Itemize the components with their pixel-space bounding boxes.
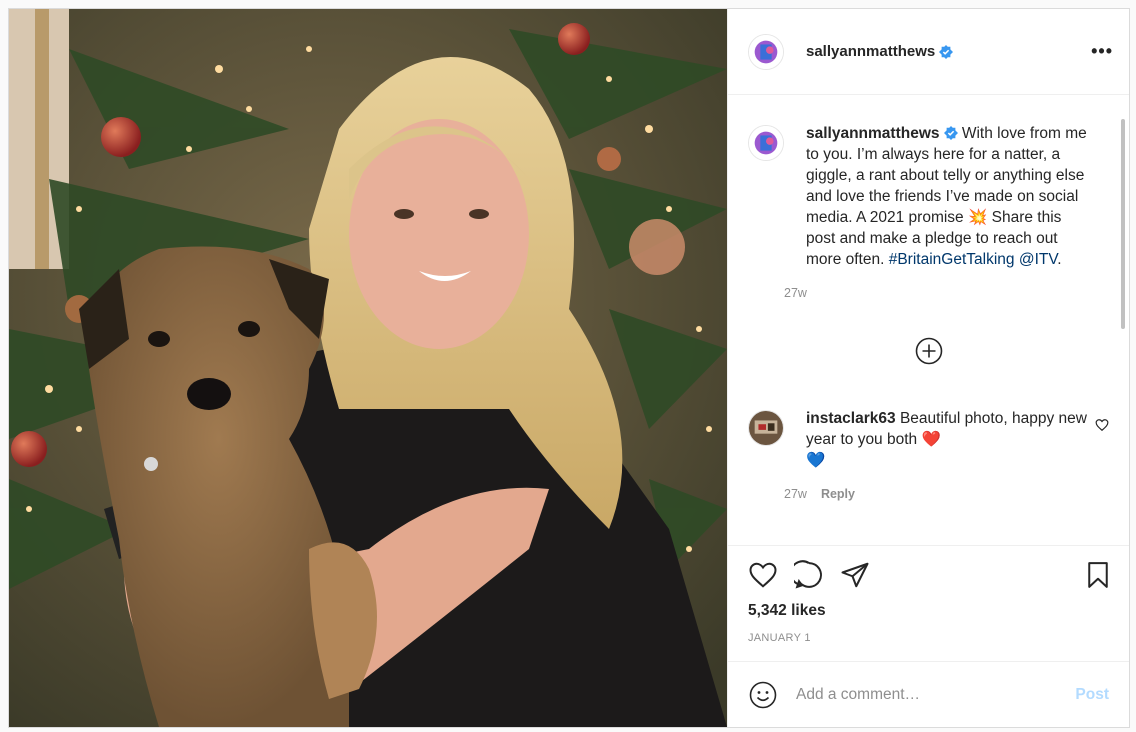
scrollbar[interactable] [1121,119,1125,329]
reply-button[interactable]: Reply [821,487,855,501]
comment-text: instaclark63 Beautiful photo, happy new … [806,408,1091,471]
caption: sallyannmatthews With love from me to yo… [748,123,1109,300]
post-sidebar: sallyannmatthews ••• sallyannmatthews Wi… [727,9,1129,727]
avatar-image [749,34,783,69]
verified-badge-icon [939,44,954,59]
comment-body: instaclark63 Beautiful photo, happy new … [784,408,1091,501]
save-bookmark-icon[interactable] [1083,560,1113,590]
avatar[interactable] [748,125,784,161]
caption-username[interactable]: sallyannmatthews [806,125,940,142]
like-comment-heart-icon[interactable] [1095,418,1109,432]
plus-circle-icon[interactable] [914,336,944,366]
commenter-avatar[interactable] [748,410,784,446]
likes-count[interactable]: 5,342 likes [748,602,1113,620]
caption-text: sallyannmatthews With love from me to yo… [806,123,1091,270]
comment-meta: 27w Reply [784,487,1091,501]
caption-time[interactable]: 27w [784,286,807,300]
action-icons [748,560,1113,590]
caption-trailing: . [1057,251,1062,268]
post-author-username[interactable]: sallyannmatthews [806,43,935,60]
caption-meta: 27w [784,286,1091,300]
caption-body: sallyannmatthews With love from me to yo… [784,123,1091,300]
more-options-icon[interactable]: ••• [1091,41,1113,62]
like-heart-icon[interactable] [748,560,778,590]
comment-item: instaclark63 Beautiful photo, happy new … [748,408,1109,501]
photo-illustration [9,9,727,727]
post-card: sallyannmatthews ••• sallyannmatthews Wi… [8,8,1130,728]
commenter-username[interactable]: instaclark63 [806,410,896,427]
post-header: sallyannmatthews ••• [728,9,1129,95]
post-date[interactable]: JANUARY 1 [748,632,1113,644]
comments-area[interactable]: sallyannmatthews With love from me to yo… [728,95,1129,545]
emoji-smiley-icon[interactable] [748,680,778,710]
verified-badge-icon [943,126,958,140]
post-photo[interactable] [9,9,727,727]
mention-link[interactable]: @ITV [1019,251,1057,268]
comment-input[interactable] [796,685,1076,704]
share-paper-plane-icon[interactable] [840,560,870,590]
actions-section: 5,342 likes JANUARY 1 [728,545,1129,661]
comment-bubble-icon[interactable] [794,560,824,590]
caption-emoji: 💥 [968,209,988,226]
comment-time[interactable]: 27w [784,487,807,501]
post-comment-button[interactable]: Post [1075,686,1109,704]
avatar-image [749,126,783,160]
hashtag-link[interactable]: #BritainGetTalking [889,251,1015,268]
comment-emoji-red-heart: ❤️ [921,431,941,448]
load-more-comments[interactable] [748,336,1109,366]
avatar[interactable] [748,33,784,70]
comment-emoji-blue-heart: 💙 [806,452,826,469]
add-comment-section: Post [728,661,1129,727]
commenter-avatar-image [749,411,783,445]
